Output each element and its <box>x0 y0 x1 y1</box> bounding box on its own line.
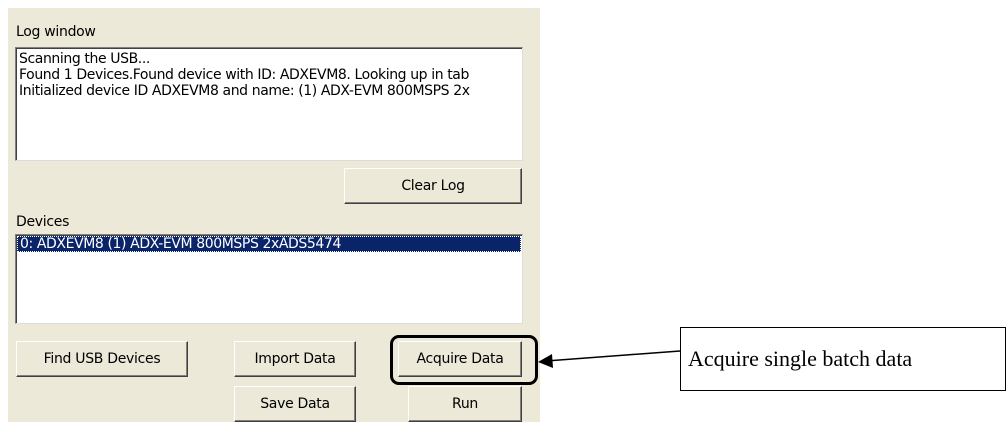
callout-text: Acquire single batch data <box>688 346 913 371</box>
annotation-callout: Acquire single batch data <box>680 327 1006 391</box>
